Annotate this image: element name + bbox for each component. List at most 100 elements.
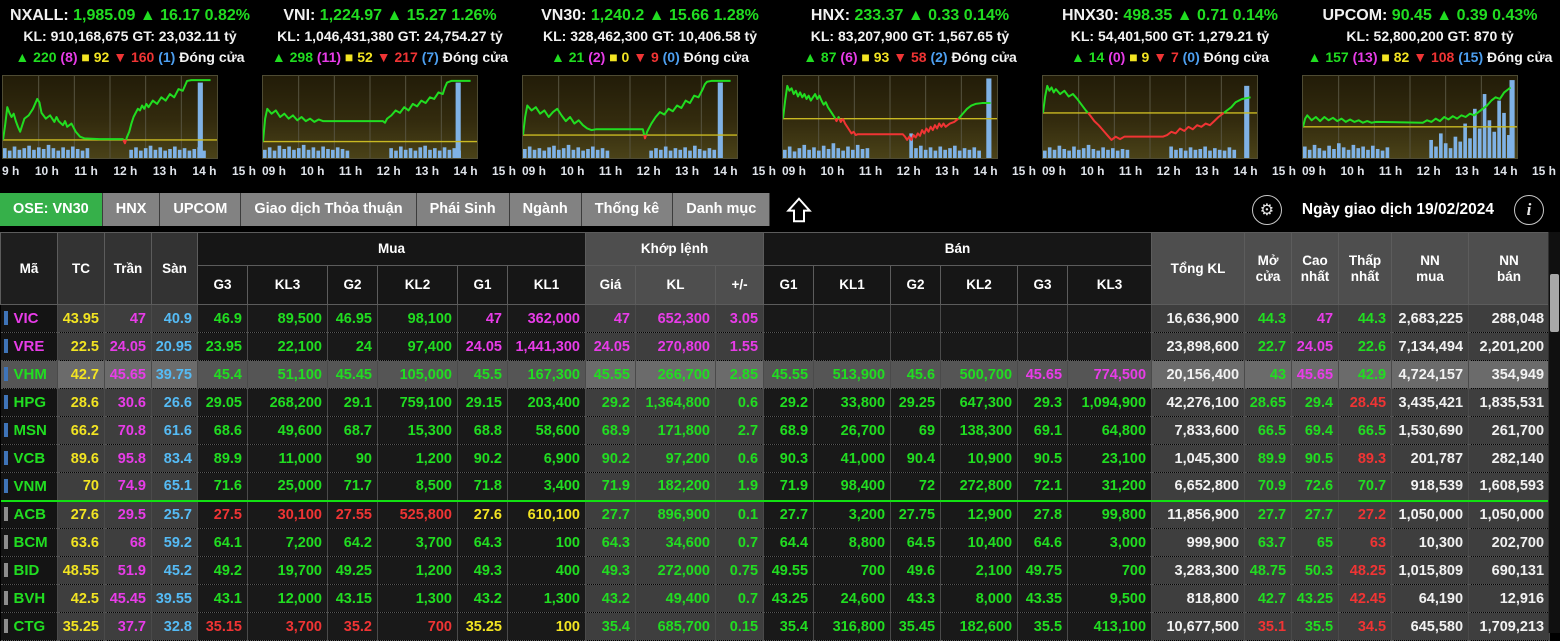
cell-ban-kl1[interactable]: 26,700 [814,417,891,445]
cell-mua-g1[interactable]: 29.15 [458,389,508,417]
cell-san[interactable]: 65.1 [152,473,198,501]
cell-mua-kl3[interactable]: 25,000 [248,473,328,501]
cell-mo-cua[interactable]: 22.7 [1245,333,1292,361]
cell-mua-kl2[interactable]: 8,500 [378,473,458,501]
cell-nn-mua[interactable]: 2,683,225 [1392,305,1469,333]
settings-gear-icon[interactable]: ⚙ [1252,195,1282,225]
cell-thap-nhat[interactable]: 28.45 [1339,389,1392,417]
cell-kl[interactable]: 182,200 [636,473,716,501]
cell-thap-nhat[interactable]: 70.7 [1339,473,1392,501]
table-row-vnm[interactable]: VNM7074.965.171.625,00071.78,50071.83,40… [1,473,1550,501]
cell-mua-kl1[interactable]: 167,300 [508,361,586,389]
cell-ban-kl1[interactable] [814,305,891,333]
cell-ban-kl3[interactable]: 9,500 [1068,585,1152,613]
cell-tong-kl[interactable]: 3,283,300 [1152,557,1245,585]
tab-ph-i-sinh[interactable]: Phái Sinh [417,193,510,226]
table-row-vic[interactable]: VIC43.954740.946.989,50046.9598,10047362… [1,305,1550,333]
cell-tran[interactable]: 95.8 [105,445,152,473]
cell-ban-g3[interactable]: 27.8 [1018,501,1068,529]
cell-thap-nhat[interactable]: 22.6 [1339,333,1392,361]
cell-nn-ban[interactable]: 1,608,593 [1469,473,1550,501]
cell-kl[interactable]: 270,800 [636,333,716,361]
tab-ng-nh[interactable]: Ngành [510,193,582,226]
cell-ban-kl2[interactable]: 10,400 [941,529,1018,557]
table-row-msn[interactable]: MSN66.270.861.668.649,60068.715,30068.85… [1,417,1550,445]
cell-ban-g1[interactable]: 29.2 [764,389,814,417]
cell-ban-g2[interactable]: 27.75 [891,501,941,529]
cell-kl[interactable]: 685,700 [636,613,716,641]
cell-kl[interactable]: 171,800 [636,417,716,445]
cell-mua-kl2[interactable]: 759,100 [378,389,458,417]
index-chart-hnx30[interactable] [1042,75,1258,159]
cell-nn-ban[interactable]: 2,201,200 [1469,333,1550,361]
cell-mua-g2[interactable]: 64.2 [328,529,378,557]
cell-mua-g3[interactable]: 43.1 [198,585,248,613]
index-chart-vni[interactable] [262,75,478,159]
cell-change[interactable]: 1.55 [716,333,764,361]
cell-ban-g2[interactable]: 35.45 [891,613,941,641]
cell-mua-g2[interactable]: 24 [328,333,378,361]
cell-mua-kl1[interactable]: 100 [508,613,586,641]
cell-ban-g3[interactable]: 29.3 [1018,389,1068,417]
cell-symbol[interactable]: CTG [1,613,58,641]
cell-kl[interactable]: 1,364,800 [636,389,716,417]
cell-ban-kl1[interactable]: 8,800 [814,529,891,557]
cell-kl[interactable]: 49,400 [636,585,716,613]
cell-ban-kl2[interactable]: 272,800 [941,473,1018,501]
cell-ban-kl3[interactable]: 3,000 [1068,529,1152,557]
cell-gia[interactable]: 29.2 [586,389,636,417]
cell-cao-nhat[interactable]: 65 [1292,529,1339,557]
cell-nn-mua[interactable]: 918,539 [1392,473,1469,501]
cell-symbol[interactable]: VHM [1,361,58,389]
cell-mua-g2[interactable]: 71.7 [328,473,378,501]
cell-ban-kl1[interactable]: 316,800 [814,613,891,641]
cell-ban-g2[interactable]: 72 [891,473,941,501]
cell-mo-cua[interactable]: 27.7 [1245,501,1292,529]
cell-mua-g3[interactable]: 45.4 [198,361,248,389]
cell-mua-kl1[interactable]: 400 [508,557,586,585]
cell-mua-g1[interactable]: 35.25 [458,613,508,641]
cell-mua-g3[interactable]: 71.6 [198,473,248,501]
cell-ban-kl2[interactable] [941,305,1018,333]
cell-mua-g1[interactable]: 43.2 [458,585,508,613]
cell-ban-g2[interactable] [891,333,941,361]
cell-mua-g2[interactable]: 45.45 [328,361,378,389]
tab-hnx[interactable]: HNX [103,193,161,226]
cell-mo-cua[interactable]: 66.5 [1245,417,1292,445]
cell-mua-g1[interactable]: 64.3 [458,529,508,557]
cell-tc[interactable]: 63.6 [58,529,105,557]
cell-mo-cua[interactable]: 42.7 [1245,585,1292,613]
cell-ban-kl2[interactable]: 8,000 [941,585,1018,613]
cell-tong-kl[interactable]: 10,677,500 [1152,613,1245,641]
cell-kl[interactable]: 652,300 [636,305,716,333]
collapse-up-arrow-icon[interactable] [784,195,814,225]
cell-mua-kl3[interactable]: 89,500 [248,305,328,333]
cell-mua-g2[interactable]: 90 [328,445,378,473]
cell-mua-g1[interactable]: 49.3 [458,557,508,585]
cell-gia[interactable]: 68.9 [586,417,636,445]
cell-mua-kl2[interactable]: 1,300 [378,585,458,613]
cell-tc[interactable]: 42.7 [58,361,105,389]
cell-mua-kl3[interactable]: 19,700 [248,557,328,585]
cell-ban-kl2[interactable]: 138,300 [941,417,1018,445]
cell-tc[interactable]: 70 [58,473,105,501]
cell-thap-nhat[interactable]: 89.3 [1339,445,1392,473]
cell-ban-g3[interactable] [1018,305,1068,333]
cell-nn-ban[interactable]: 1,835,531 [1469,389,1550,417]
cell-tong-kl[interactable]: 999,900 [1152,529,1245,557]
cell-tc[interactable]: 28.6 [58,389,105,417]
cell-nn-mua[interactable]: 10,300 [1392,529,1469,557]
cell-mo-cua[interactable]: 28.65 [1245,389,1292,417]
cell-ban-g2[interactable] [891,305,941,333]
cell-mo-cua[interactable]: 44.3 [1245,305,1292,333]
cell-mo-cua[interactable]: 63.7 [1245,529,1292,557]
cell-ban-g1[interactable]: 68.9 [764,417,814,445]
cell-tran[interactable]: 45.45 [105,585,152,613]
cell-ban-g3[interactable]: 72.1 [1018,473,1068,501]
cell-nn-ban[interactable]: 12,916 [1469,585,1550,613]
cell-mua-kl2[interactable]: 105,000 [378,361,458,389]
cell-ban-g2[interactable]: 43.3 [891,585,941,613]
cell-san[interactable]: 32.8 [152,613,198,641]
table-row-ctg[interactable]: CTG35.2537.732.835.153,70035.270035.2510… [1,613,1550,641]
cell-tong-kl[interactable]: 42,276,100 [1152,389,1245,417]
